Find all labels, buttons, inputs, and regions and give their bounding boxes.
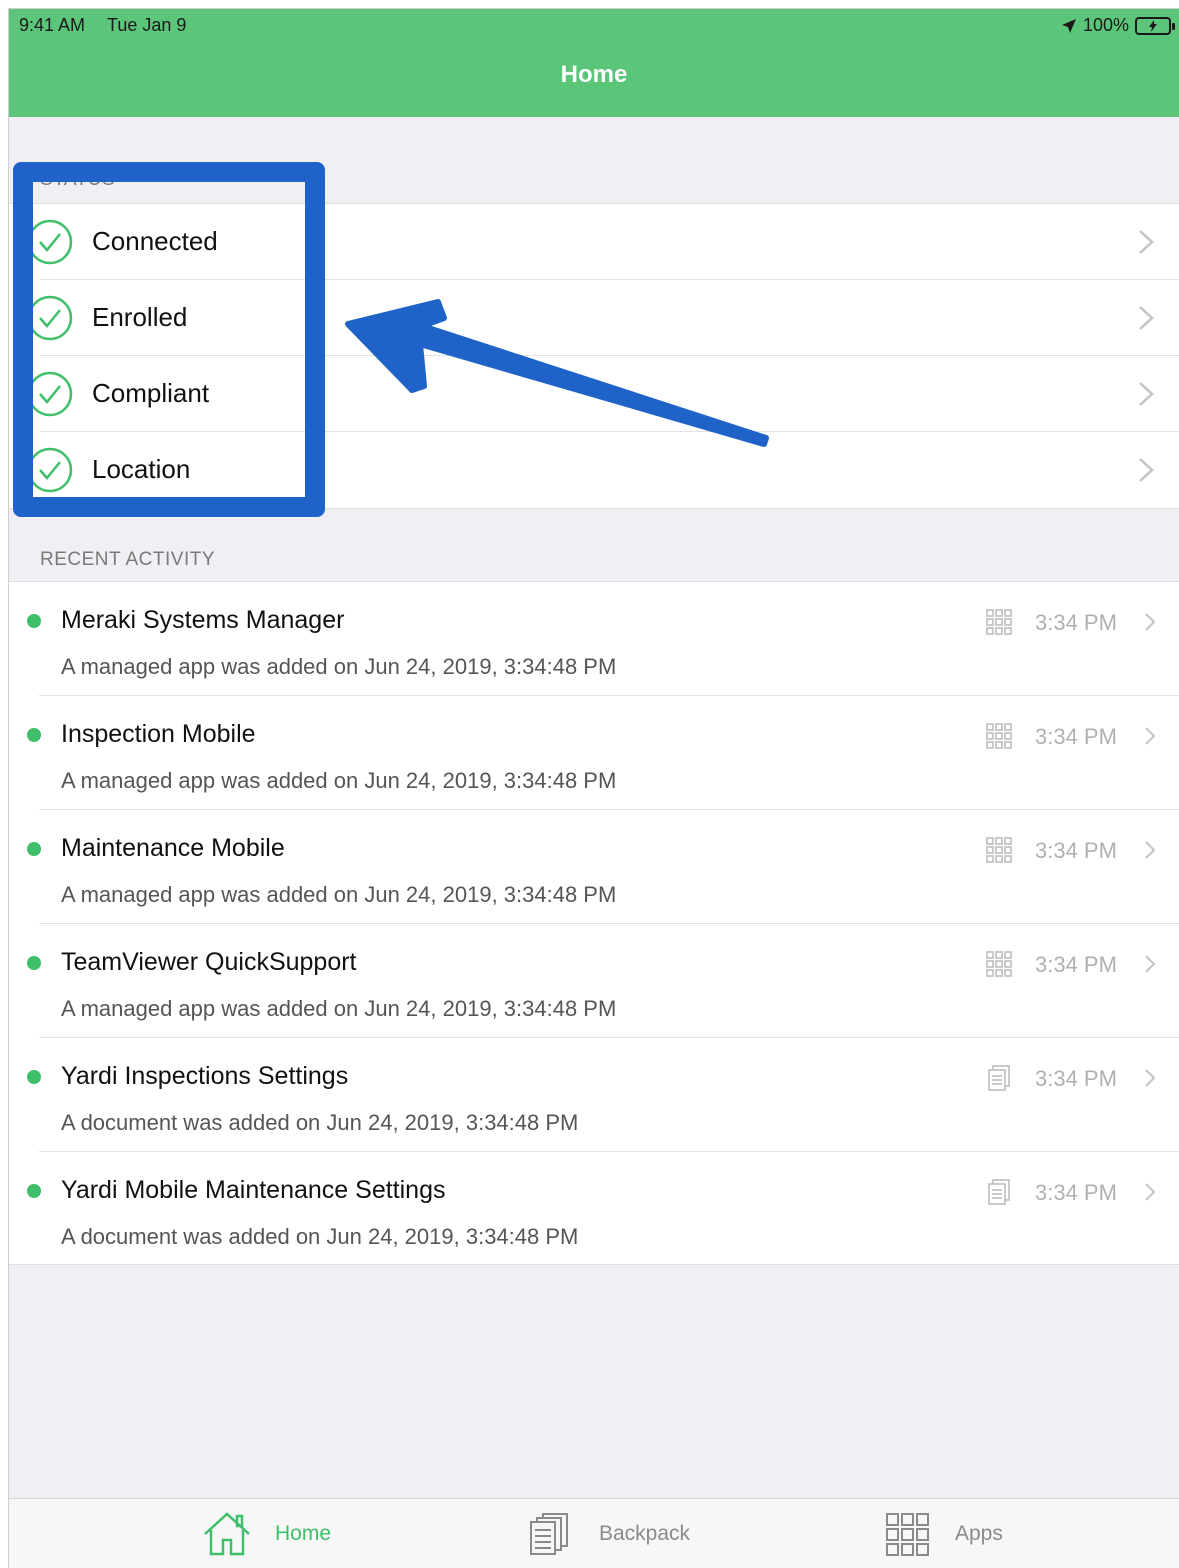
chevron-right-icon: [1145, 1183, 1156, 1201]
annotation-highlight-box: [13, 162, 325, 517]
activity-title: TeamViewer QuickSupport: [61, 948, 357, 976]
apps-grid-icon: [886, 1513, 929, 1556]
activity-description: A managed app was added on Jun 24, 2019,…: [61, 882, 617, 907]
house-icon: [204, 1512, 250, 1556]
status-dot: [27, 956, 41, 970]
activity-title: Meraki Systems Manager: [61, 606, 345, 634]
activity-row[interactable]: Yardi Mobile Maintenance Settings A docu…: [9, 1152, 1179, 1266]
activity-description: A managed app was added on Jun 24, 2019,…: [61, 654, 617, 679]
apps-grid-icon: [986, 609, 1012, 635]
document-icon: [988, 1179, 1010, 1205]
apps-grid-icon: [986, 723, 1012, 749]
nav-header: 9:41 AM Tue Jan 9 100% Home: [9, 9, 1179, 117]
recent-activity-label: RECENT ACTIVITY: [40, 549, 216, 570]
chevron-right-icon: [1139, 382, 1154, 406]
status-time: 9:41 AM: [19, 15, 86, 35]
activity-title: Inspection Mobile: [61, 720, 256, 748]
status-dot: [27, 842, 41, 856]
tab-label: Home: [275, 1522, 332, 1545]
charging-bolt-icon: [1149, 19, 1157, 32]
activity-time: 3:34 PM: [1035, 952, 1117, 977]
activity-row[interactable]: Maintenance Mobile A managed app was add…: [9, 810, 1179, 924]
battery-icon: [1135, 16, 1175, 35]
activity-time: 3:34 PM: [1035, 838, 1117, 863]
activity-description: A managed app was added on Jun 24, 2019,…: [61, 996, 617, 1021]
chevron-right-icon: [1145, 955, 1156, 973]
status-dot: [27, 1184, 41, 1198]
location-arrow-icon: [1061, 18, 1076, 33]
chevron-right-icon: [1139, 230, 1154, 254]
tab-label: Backpack: [599, 1522, 691, 1545]
apps-grid-icon: [986, 837, 1012, 863]
status-right: 100%: [1061, 15, 1175, 36]
battery-percent: 100%: [1082, 15, 1129, 35]
activity-title: Yardi Mobile Maintenance Settings: [61, 1176, 446, 1204]
activity-time: 3:34 PM: [1035, 1180, 1117, 1205]
status-date: Tue Jan 9: [107, 15, 187, 35]
activity-time: 3:34 PM: [1035, 1066, 1117, 1091]
tab-backpack[interactable]: Backpack: [525, 1509, 690, 1559]
chevron-right-icon: [1139, 458, 1154, 482]
tab-bar: Home Backpack Apps: [9, 1498, 1179, 1568]
activity-time: 3:34 PM: [1035, 724, 1117, 749]
chevron-right-icon: [1145, 727, 1156, 745]
activity-row[interactable]: TeamViewer QuickSupport A managed app wa…: [9, 924, 1179, 1038]
document-icon: [988, 1065, 1010, 1091]
tab-home[interactable]: Home: [201, 1509, 331, 1559]
page-title: Home: [560, 61, 628, 88]
activity-row[interactable]: Inspection Mobile A managed app was adde…: [9, 696, 1179, 810]
activity-title: Yardi Inspections Settings: [61, 1062, 349, 1090]
activity-row[interactable]: Yardi Inspections Settings A document wa…: [9, 1038, 1179, 1152]
activity-time: 3:34 PM: [1035, 610, 1117, 635]
tab-apps[interactable]: Apps: [881, 1509, 1003, 1559]
apps-grid-icon: [986, 951, 1012, 977]
activity-title: Maintenance Mobile: [61, 834, 285, 862]
tab-label: Apps: [955, 1522, 1003, 1545]
activity-list: Meraki Systems Manager A managed app was…: [9, 581, 1179, 1265]
chevron-right-icon: [1139, 306, 1154, 330]
status-dot: [27, 728, 41, 742]
status-dot: [27, 1070, 41, 1084]
status-bar: 9:41 AM Tue Jan 9 100%: [9, 9, 1179, 43]
activity-description: A document was added on Jun 24, 2019, 3:…: [61, 1224, 579, 1249]
activity-description: A document was added on Jun 24, 2019, 3:…: [61, 1110, 579, 1135]
documents-icon: [530, 1513, 568, 1555]
chevron-right-icon: [1145, 613, 1156, 631]
annotation-arrow-icon: [345, 299, 769, 447]
status-dot: [27, 614, 41, 628]
chevron-right-icon: [1145, 841, 1156, 859]
activity-row[interactable]: Meraki Systems Manager A managed app was…: [9, 582, 1179, 696]
chevron-right-icon: [1145, 1069, 1156, 1087]
activity-description: A managed app was added on Jun 24, 2019,…: [61, 768, 617, 793]
